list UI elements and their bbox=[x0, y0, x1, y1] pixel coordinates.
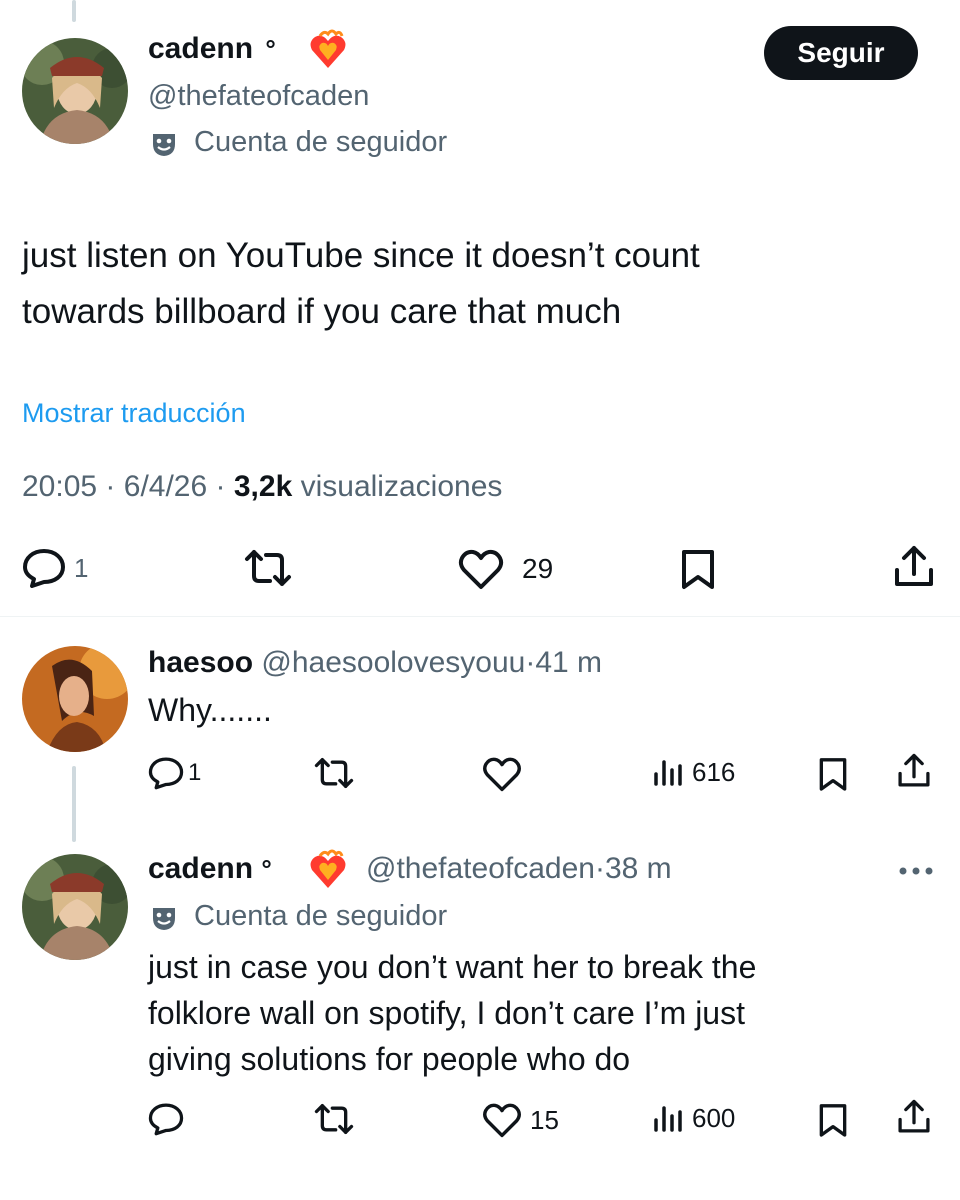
reply2-meta: @thefateofcaden·38 m bbox=[366, 852, 672, 885]
reply1-header: haesoo @haesoolovesyouu·41 m bbox=[148, 646, 603, 679]
show-translation-link[interactable]: Mostrar traducción bbox=[22, 398, 246, 429]
bookmark-icon bbox=[680, 548, 716, 590]
retweet-icon bbox=[314, 1102, 354, 1136]
reply2-views-button[interactable]: 600 bbox=[652, 1102, 735, 1134]
badge-circle: ° bbox=[261, 854, 272, 884]
thread-line-top bbox=[72, 0, 76, 22]
reply1-retweet-button[interactable] bbox=[314, 756, 354, 790]
reply2-share-button[interactable] bbox=[896, 1098, 932, 1136]
reply-icon bbox=[148, 756, 184, 790]
reply1-age[interactable]: 41 m bbox=[535, 646, 602, 679]
reply1-like-button[interactable] bbox=[482, 756, 522, 792]
theater-masks-icon bbox=[150, 130, 178, 158]
fire-heart-icon bbox=[306, 28, 350, 72]
reply2-handle[interactable]: @thefateofcaden bbox=[366, 852, 595, 885]
reply2-bookmark-button[interactable] bbox=[818, 1102, 848, 1138]
reply-icon bbox=[148, 1102, 184, 1136]
reply2-header: cadenn ° bbox=[148, 852, 272, 886]
bookmark-button[interactable] bbox=[680, 548, 716, 590]
reply2-author-name[interactable]: cadenn bbox=[148, 852, 253, 885]
bookmark-icon bbox=[818, 756, 848, 792]
avatar-cadenn[interactable] bbox=[22, 38, 128, 144]
thread-line-reply bbox=[72, 766, 76, 842]
share-icon bbox=[896, 1098, 932, 1136]
tweet-date[interactable]: 6/4/26 bbox=[124, 470, 207, 503]
reply1-author-name[interactable]: haesoo bbox=[148, 646, 253, 679]
heart-icon bbox=[482, 1102, 522, 1138]
account-label: Cuenta de seguidor bbox=[194, 126, 448, 158]
reply-icon bbox=[22, 548, 66, 588]
reply1-handle[interactable]: @haesoolovesyouu bbox=[261, 646, 525, 679]
retweet-button[interactable] bbox=[244, 548, 292, 588]
reply2-reply-button[interactable] bbox=[148, 1102, 184, 1136]
tweet-time[interactable]: 20:05 bbox=[22, 470, 97, 503]
reply2-age[interactable]: 38 m bbox=[605, 852, 672, 885]
heart-icon bbox=[482, 756, 522, 792]
more-options-icon[interactable] bbox=[898, 866, 934, 876]
reply2-retweet-button[interactable] bbox=[314, 1102, 354, 1136]
reply2-like-button[interactable]: 15 bbox=[482, 1102, 559, 1138]
avatar-haesoo[interactable] bbox=[22, 646, 128, 752]
like-button[interactable]: 29 bbox=[458, 548, 553, 590]
retweet-icon bbox=[314, 756, 354, 790]
avatar-cadenn-reply[interactable] bbox=[22, 854, 128, 960]
author-handle[interactable]: @thefateofcaden bbox=[148, 80, 369, 113]
tweet-text: just listen on YouTube since it doesn’t … bbox=[22, 236, 700, 331]
views-chart-icon bbox=[652, 1102, 684, 1134]
fire-heart-icon bbox=[306, 848, 350, 892]
badge-circle: ° bbox=[265, 34, 276, 64]
reply1-share-button[interactable] bbox=[896, 752, 932, 790]
views-count: 3,2k bbox=[233, 470, 293, 503]
follow-button[interactable]: Seguir bbox=[764, 26, 918, 80]
tweet-meta: 20:05 · 6/4/26 · 3,2k visualizaciones bbox=[22, 470, 503, 503]
retweet-icon bbox=[244, 548, 292, 588]
views-label: visualizaciones bbox=[300, 470, 503, 503]
share-icon bbox=[896, 752, 932, 790]
share-icon bbox=[892, 544, 936, 590]
divider-main bbox=[0, 616, 960, 617]
theater-masks-icon bbox=[150, 904, 178, 932]
heart-icon bbox=[458, 548, 504, 590]
reply-button[interactable]: 1 bbox=[22, 548, 88, 588]
share-button[interactable] bbox=[892, 544, 936, 590]
bookmark-icon bbox=[818, 1102, 848, 1138]
views-chart-icon bbox=[652, 756, 684, 788]
reply1-text: Why....... bbox=[148, 692, 272, 728]
reply1-bookmark-button[interactable] bbox=[818, 756, 848, 792]
reply1-reply-button[interactable]: 1 bbox=[148, 756, 201, 790]
reply2-account-label: Cuenta de seguidor bbox=[194, 900, 448, 932]
reply1-views-button[interactable]: 616 bbox=[652, 756, 735, 788]
reply2-text: just in case you don’t want her to break… bbox=[148, 949, 757, 1077]
author-name[interactable]: cadenn ° bbox=[148, 32, 276, 66]
